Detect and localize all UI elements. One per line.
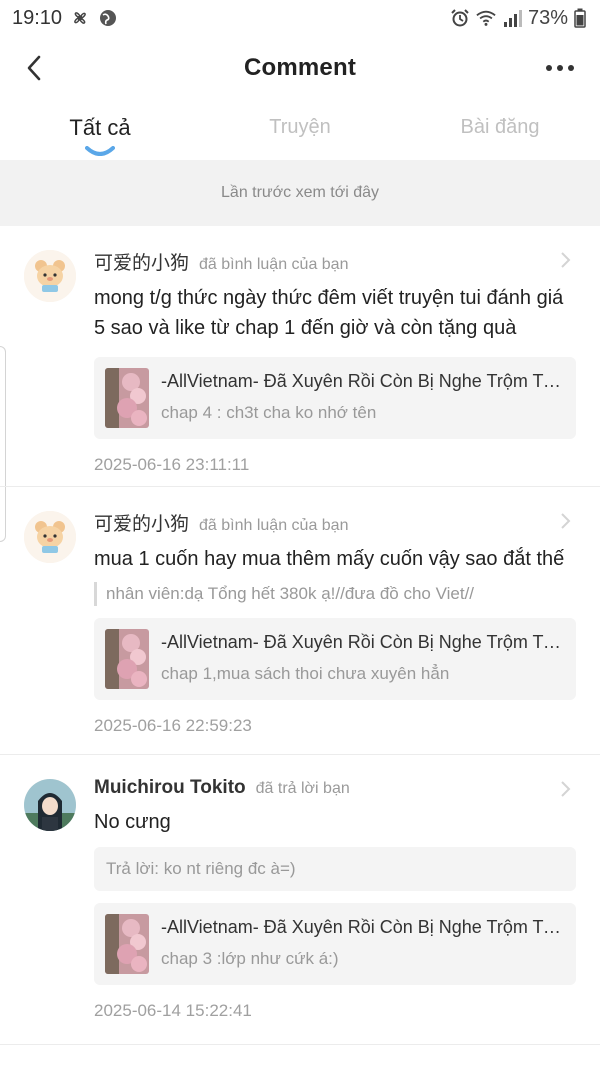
last-viewed-notice: Lần trước xem tới đây: [0, 160, 600, 226]
tab-posts[interactable]: Bài đăng: [400, 100, 600, 160]
page-title: Comment: [243, 54, 357, 81]
tab-bar: Tất cả Truyện Bài đăng: [0, 100, 600, 160]
tab-active-indicator: [85, 146, 115, 156]
more-options-button[interactable]: [540, 54, 580, 82]
back-button[interactable]: [16, 50, 52, 86]
anime-avatar-image: [24, 779, 76, 831]
quoted-text: nhân viên:dạ Tổng hết 380k ạ!//đưa đồ ch…: [94, 582, 576, 606]
action-text: đã trả lời bạn: [255, 780, 350, 797]
story-cover-thumbnail: [105, 914, 149, 974]
last-viewed-text: Lần trước xem tới đây: [221, 184, 379, 201]
username[interactable]: Muichirou Tokito: [94, 777, 246, 799]
reply-text: Trả lời: ko nt riêng đc à=): [106, 859, 296, 878]
avatar[interactable]: [24, 250, 76, 302]
signal-icon: [503, 10, 522, 27]
notification-list: 可爱的小狗 đã bình luận của bạn mong t/g thức…: [0, 226, 600, 1045]
timestamp: 2025-06-14 15:22:41: [94, 1001, 252, 1020]
story-title: -AllVietnam- Đã Xuyên Rồi Còn Bị Nghe Tr…: [161, 917, 561, 937]
tab-label: Tất cả: [69, 115, 131, 140]
username[interactable]: 可爱的小狗: [94, 248, 189, 275]
status-time: 19:10: [12, 6, 63, 29]
story-title: -AllVietnam- Đã Xuyên Rồi Còn Bị Nghe Tr…: [161, 632, 561, 652]
chapter-title: chap 3 :lớp như cứk á:): [161, 949, 339, 968]
comment-text: mua 1 cuốn hay mua thêm mấy cuốn vậy sao…: [94, 548, 565, 570]
dot-icon: [568, 65, 574, 71]
battery-percent: 73%: [527, 6, 568, 29]
tab-all[interactable]: Tất cả: [0, 100, 200, 160]
story-title: -AllVietnam- Đã Xuyên Rồi Còn Bị Nghe Tr…: [161, 371, 561, 391]
chapter-title: chap 1,mua sách thoi chưa xuyên hẳn: [161, 664, 450, 683]
dot-icon: [557, 65, 563, 71]
list-item[interactable]: 可爱的小狗 đã bình luận của bạn mua 1 cuốn ha…: [0, 487, 600, 755]
dot-icon: [546, 65, 552, 71]
avatar[interactable]: [24, 779, 76, 831]
username[interactable]: 可爱的小狗: [94, 509, 189, 536]
wifi-icon: [476, 10, 496, 26]
alarm-icon: [451, 9, 469, 27]
reply-quote-box: Trả lời: ko nt riêng đc à=): [94, 847, 576, 891]
globe-icon: [100, 10, 117, 26]
puppy-avatar-image: [24, 250, 76, 302]
story-reference-card[interactable]: -AllVietnam- Đã Xuyên Rồi Còn Bị Nghe Tr…: [94, 903, 576, 985]
story-reference-card[interactable]: -AllVietnam- Đã Xuyên Rồi Còn Bị Nghe Tr…: [94, 618, 576, 700]
timestamp: 2025-06-16 22:59:23: [94, 716, 252, 735]
puppy-avatar-image: [24, 511, 76, 563]
action-text: đã bình luận của bạn: [199, 517, 349, 534]
story-reference-card[interactable]: -AllVietnam- Đã Xuyên Rồi Còn Bị Nghe Tr…: [94, 357, 576, 439]
timestamp: 2025-06-16 23:11:11: [94, 455, 250, 474]
chevron-right-icon[interactable]: [558, 780, 572, 798]
tab-label: Bài đăng: [460, 116, 540, 138]
header: Comment: [0, 36, 600, 100]
story-cover-thumbnail: [105, 629, 149, 689]
story-cover-thumbnail: [105, 368, 149, 428]
fan-icon: [74, 12, 86, 24]
battery-icon: [574, 8, 586, 28]
list-item[interactable]: Muichirou Tokito đã trả lời bạn No cưng …: [0, 755, 600, 1045]
comment-text: No cưng: [94, 811, 171, 833]
chevron-left-icon: [27, 55, 41, 81]
status-bar: 19:10 73%: [0, 0, 600, 36]
tab-stories[interactable]: Truyện: [200, 100, 400, 160]
avatar[interactable]: [24, 511, 76, 563]
tab-label: Truyện: [269, 116, 331, 138]
comment-text: mong t/g thức ngày thức đêm viết truyện …: [94, 287, 564, 339]
chapter-title: chap 4 : ch3t cha ko nhớ tên: [161, 403, 377, 422]
action-text: đã bình luận của bạn: [199, 256, 349, 273]
chevron-right-icon[interactable]: [558, 251, 572, 269]
chevron-right-icon[interactable]: [558, 512, 572, 530]
list-item[interactable]: 可爱的小狗 đã bình luận của bạn mong t/g thức…: [0, 226, 600, 487]
